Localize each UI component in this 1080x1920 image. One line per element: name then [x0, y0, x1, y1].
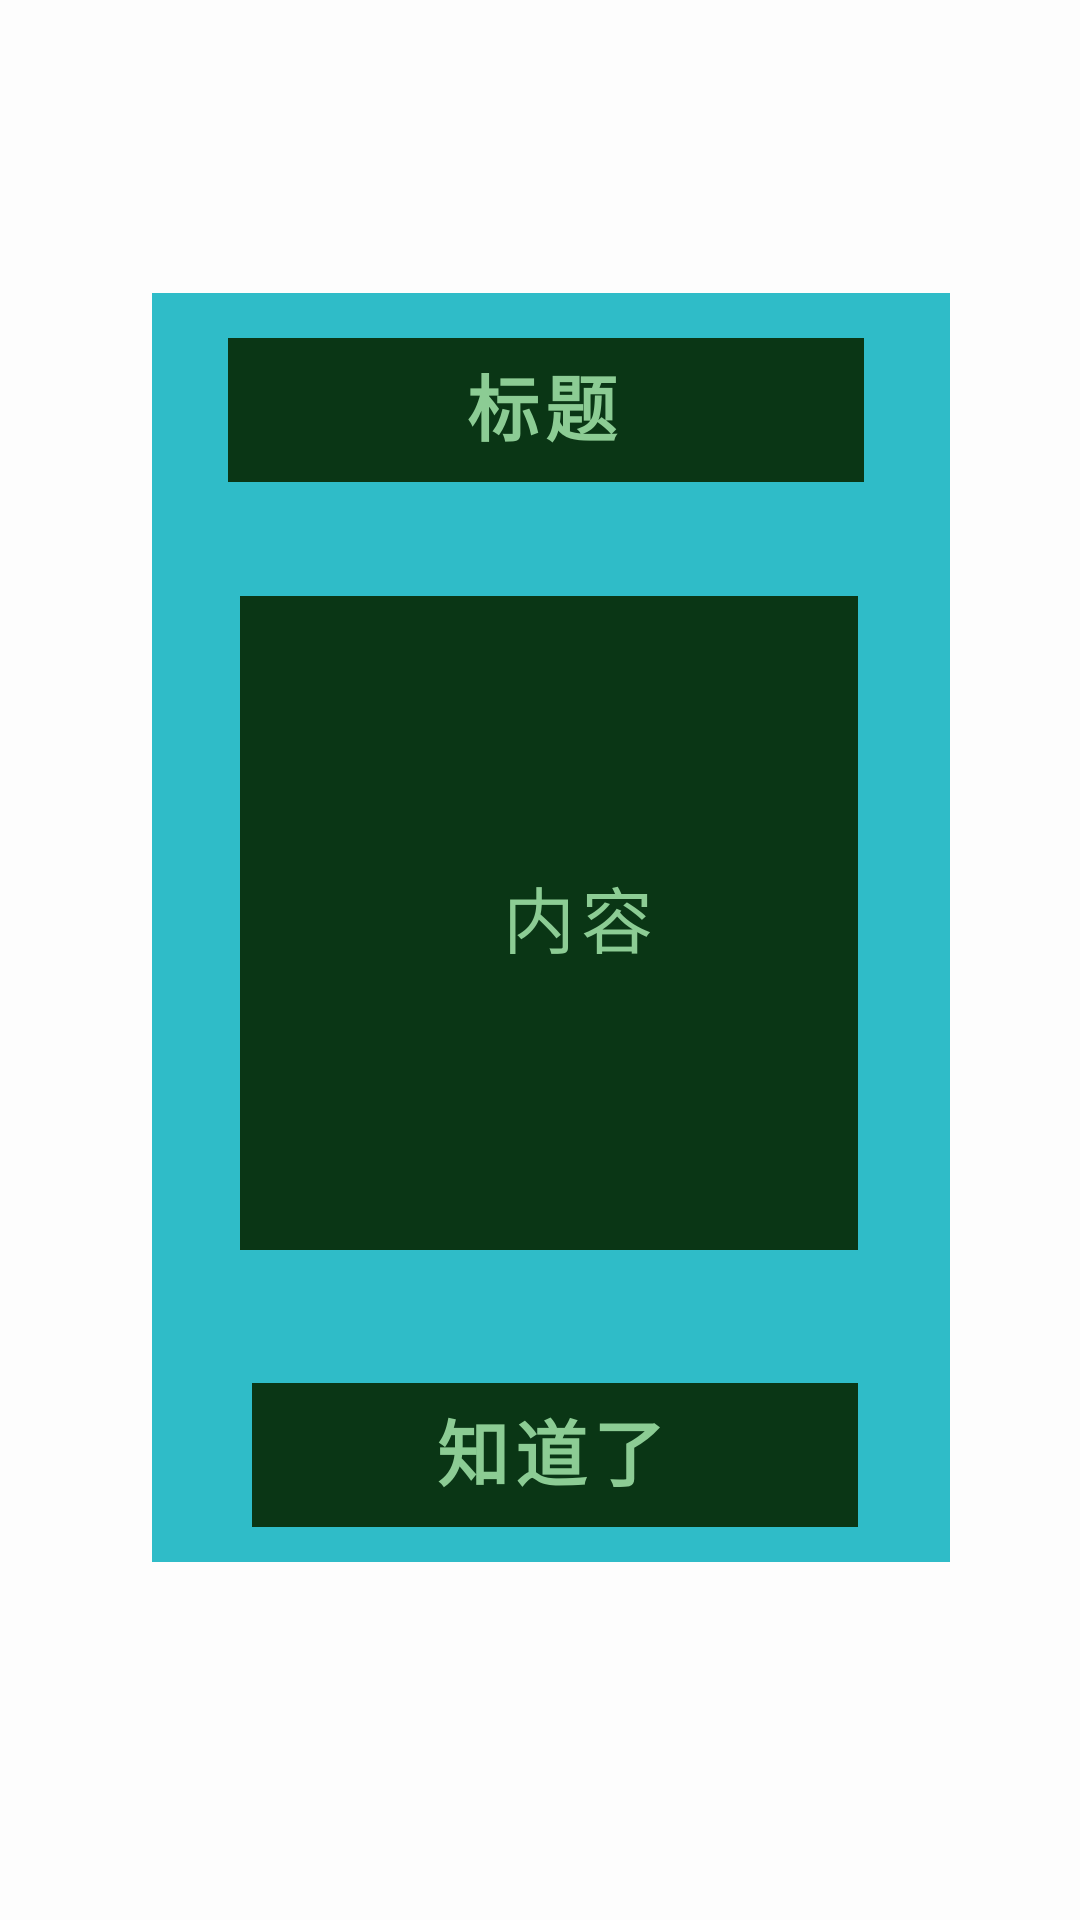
- dialog-content-box: 内容: [240, 596, 858, 1250]
- dialog-title-box: 标题: [228, 338, 864, 482]
- dialog-content: 内容: [502, 881, 659, 965]
- confirm-button[interactable]: 知道了: [252, 1383, 858, 1527]
- dialog-title: 标题: [467, 367, 624, 452]
- confirm-button-label: 知道了: [437, 1412, 672, 1497]
- screen: 标题 内容 知道了: [0, 0, 1080, 1920]
- dialog: 标题 内容 知道了: [152, 293, 950, 1562]
